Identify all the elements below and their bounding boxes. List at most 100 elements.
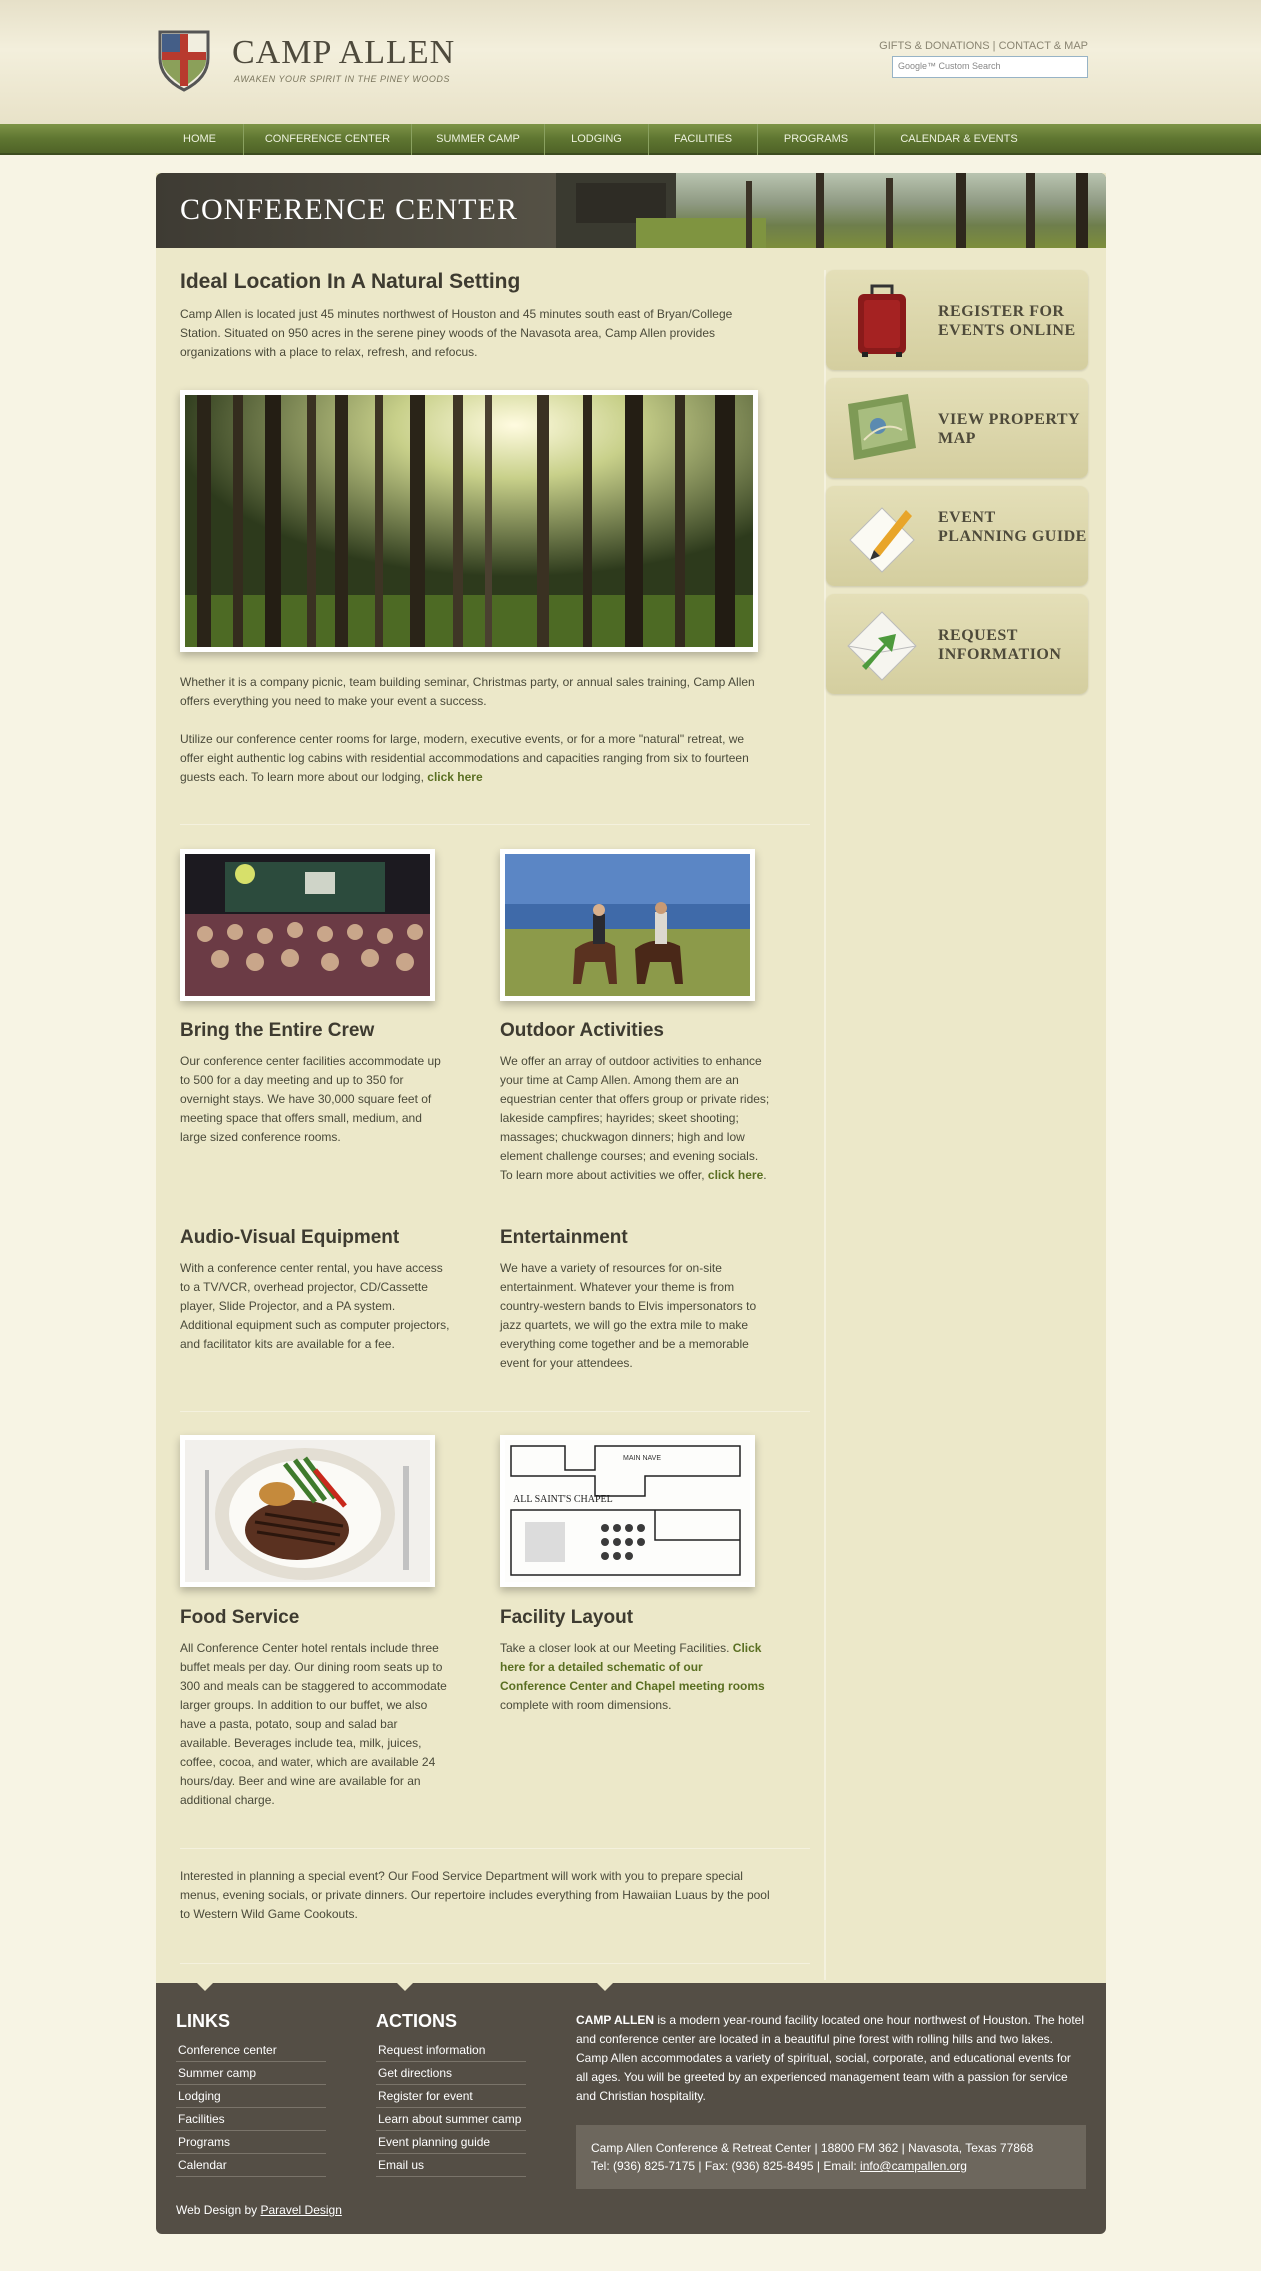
suitcase-icon (858, 284, 906, 357)
entertainment-text: We have a variety of resources for on-si… (500, 1261, 757, 1370)
banner-photo (556, 173, 1106, 248)
intro-paragraph-3: Utilize our conference center rooms for … (180, 732, 749, 784)
sidebar: REGISTER FOR EVENTS ONLINE VIEW PROPERTY… (826, 270, 1088, 702)
divider (180, 1411, 810, 1412)
outdoor-text: We offer an array of outdoor activities … (500, 1054, 770, 1182)
main-nave-label: MAIN NAVE (623, 1455, 661, 1462)
steak-photo (180, 1435, 435, 1587)
footer-link-facilities[interactable]: Facilities (176, 2108, 326, 2131)
av-heading: Audio-Visual Equipment (180, 1227, 400, 1248)
pencil-paper-icon (849, 507, 915, 573)
conference-photo (180, 849, 435, 1001)
nav-summer-camp[interactable]: SUMMER CAMP (412, 124, 545, 155)
entertainment-section: Entertainment We have a variety of resou… (500, 1227, 770, 1373)
footer-action-planning-guide[interactable]: Event planning guide (376, 2131, 526, 2154)
footer-link-programs[interactable]: Programs (176, 2131, 326, 2154)
layout-heading: Facility Layout (500, 1607, 634, 1628)
site-header: CAMP ALLEN AWAKEN YOUR SPIRIT IN THE PIN… (156, 0, 1106, 124)
footer-notch (196, 1982, 214, 1991)
footer-actions-list: Request information Get directions Regis… (376, 2039, 526, 2177)
intro-heading: Ideal Location In A Natural Setting (180, 270, 521, 293)
event-planning-guide-button[interactable]: EVENT PLANNING GUIDE (826, 486, 1088, 586)
search-input[interactable]: Google™ Custom Search (892, 56, 1088, 78)
nav-home[interactable]: HOME (156, 124, 244, 155)
footer-about: CAMP ALLEN is a modern year-round facili… (576, 2013, 1085, 2103)
lodging-click-here-link[interactable]: click here (427, 770, 482, 784)
nav-conference-center[interactable]: CONFERENCE CENTER (244, 124, 412, 155)
contact-map-link[interactable]: CONTACT & MAP (999, 40, 1088, 52)
intro-section: Ideal Location In A Natural Setting Camp… (180, 270, 810, 362)
footer-notch (396, 1982, 414, 1991)
footer-link-conference-center[interactable]: Conference center (176, 2039, 326, 2062)
page-banner: CONFERENCE CENTER (156, 173, 1106, 248)
divider (180, 824, 810, 825)
footer-action-request-information[interactable]: Request information (376, 2039, 526, 2062)
register-events-label: REGISTER FOR EVENTS ONLINE (938, 303, 1076, 339)
request-information-button[interactable]: REQUEST INFORMATION (826, 594, 1088, 694)
forest-image (185, 395, 753, 647)
food-section: Food Service All Conference Center hotel… (180, 1607, 450, 1810)
layout-section: Facility Layout Take a closer look at ou… (500, 1607, 770, 1715)
horse-riding-photo (500, 849, 755, 1001)
footer-link-summer-camp[interactable]: Summer camp (176, 2062, 326, 2085)
footer-action-summer-camp[interactable]: Learn about summer camp (376, 2108, 526, 2131)
food-heading: Food Service (180, 1607, 300, 1628)
shield-icon (158, 30, 210, 92)
divider (180, 1848, 810, 1849)
logo-title: CAMP ALLEN (232, 34, 456, 71)
conference-image (185, 854, 430, 996)
footer-link-calendar[interactable]: Calendar (176, 2154, 326, 2177)
entertainment-heading: Entertainment (500, 1227, 628, 1248)
crew-heading: Bring the Entire Crew (180, 1020, 375, 1041)
special-event-text: Interested in planning a special event? … (180, 1869, 770, 1921)
footer-action-email-us[interactable]: Email us (376, 2154, 526, 2177)
site-footer: LINKS Conference center Summer camp Lodg… (156, 1982, 1106, 2234)
crew-text: Our conference center facilities accommo… (180, 1054, 441, 1144)
footer-links-heading: LINKS (176, 2011, 230, 2031)
nav-programs[interactable]: PROGRAMS (758, 124, 875, 155)
footer-link-lodging[interactable]: Lodging (176, 2085, 326, 2108)
chapel-schematic-photo[interactable]: MAIN NAVE ALL SAINT'S CHAPEL (500, 1435, 755, 1587)
footer-action-get-directions[interactable]: Get directions (376, 2062, 526, 2085)
footer-links-list: Conference center Summer camp Lodging Fa… (176, 2039, 326, 2177)
view-property-map-label: VIEW PROPERTY MAP (938, 411, 1080, 447)
av-text: With a conference center rental, you hav… (180, 1261, 450, 1351)
footer-contact: Tel: (936) 825-7175 | Fax: (936) 825-849… (591, 2159, 967, 2173)
steak-image (185, 1440, 430, 1582)
intro-paragraph-2: Whether it is a company picnic, team bui… (180, 675, 755, 708)
footer-actions-heading: ACTIONS (376, 2011, 457, 2031)
nav-calendar-events[interactable]: CALENDAR & EVENTS (875, 124, 1043, 155)
intro-paragraph: Camp Allen is located just 45 minutes no… (180, 307, 733, 359)
page-title: CONFERENCE CENTER (180, 193, 518, 226)
view-property-map-button[interactable]: VIEW PROPERTY MAP (826, 378, 1088, 478)
main-nav: HOME CONFERENCE CENTER SUMMER CAMP LODGI… (0, 124, 1261, 155)
horse-riding-image (505, 854, 750, 996)
divider (180, 1963, 810, 1964)
outdoor-section: Outdoor Activities We offer an array of … (500, 1020, 770, 1185)
nav-lodging[interactable]: LODGING (545, 124, 649, 155)
av-section: Audio-Visual Equipment With a conference… (180, 1227, 450, 1354)
register-events-button[interactable]: REGISTER FOR EVENTS ONLINE (826, 270, 1088, 370)
banner-trees-image (556, 173, 1088, 248)
footer-notch (596, 1982, 614, 1991)
all-saints-chapel-label: ALL SAINT'S CHAPEL (513, 1494, 613, 1505)
activities-click-here-link[interactable]: click here (708, 1168, 763, 1182)
logo-tagline: AWAKEN YOUR SPIRIT IN THE PINEY WOODS (234, 74, 450, 84)
footer-address: Camp Allen Conference & Retreat Center |… (591, 2141, 1034, 2155)
utility-separator: | (992, 40, 996, 52)
event-planning-guide-label: EVENT PLANNING GUIDE (938, 509, 1087, 545)
utility-links: GIFTS & DONATIONS | CONTACT & MAP (879, 40, 1088, 52)
site-logo[interactable]: CAMP ALLEN AWAKEN YOUR SPIRIT IN THE PIN… (156, 28, 455, 92)
footer-email-link[interactable]: info@campallen.org (860, 2159, 967, 2173)
footer-address-box: Camp Allen Conference & Retreat Center |… (576, 2125, 1086, 2189)
forest-photo (180, 390, 758, 652)
crew-section: Bring the Entire Crew Our conference cen… (180, 1020, 450, 1147)
footer-action-register-event[interactable]: Register for event (376, 2085, 526, 2108)
paravel-design-link[interactable]: Paravel Design (261, 2203, 342, 2217)
outdoor-heading: Outdoor Activities (500, 1020, 664, 1041)
nav-facilities[interactable]: FACILITIES (649, 124, 758, 155)
main-content: CONFERENCE CENTER Ideal Location In A Na… (156, 173, 1106, 1983)
gifts-donations-link[interactable]: GIFTS & DONATIONS (879, 40, 989, 52)
envelope-arrow-icon (847, 611, 917, 681)
footer-credit: Web Design by Paravel Design (176, 2203, 342, 2217)
